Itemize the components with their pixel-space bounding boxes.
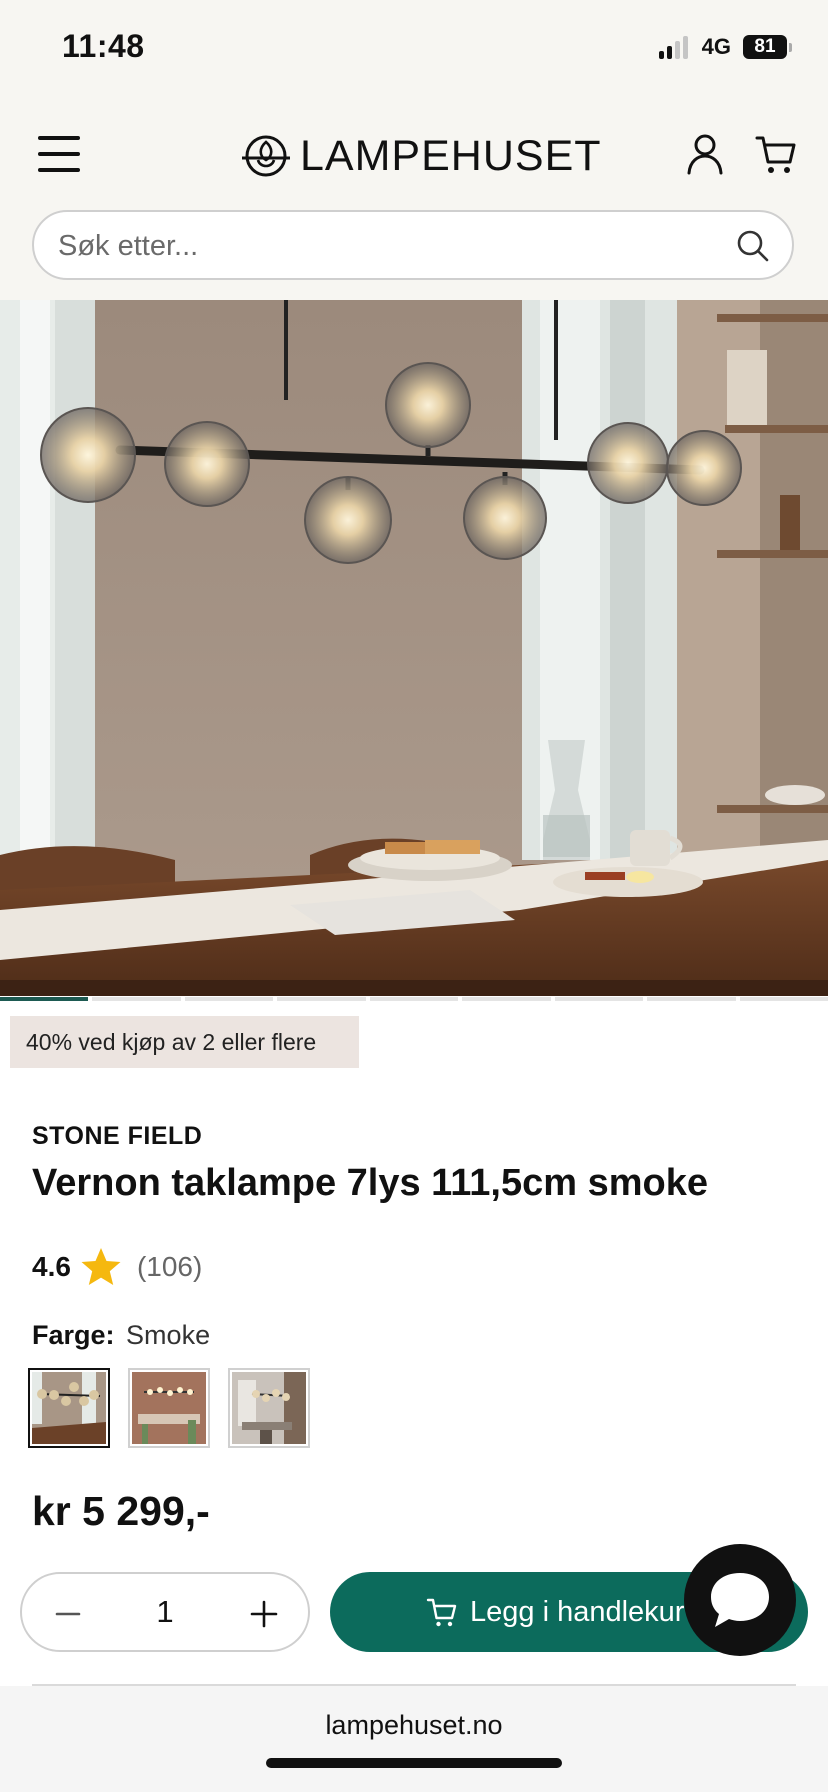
- gallery-dot[interactable]: [647, 997, 736, 1001]
- gallery-dot[interactable]: [554, 997, 644, 1001]
- account-button[interactable]: [684, 132, 726, 176]
- gallery-dot[interactable]: [92, 997, 181, 1001]
- cart-button[interactable]: [754, 132, 798, 176]
- search-icon[interactable]: [736, 229, 770, 263]
- swatch-variant-3[interactable]: [228, 1368, 310, 1448]
- home-indicator[interactable]: [266, 1758, 562, 1768]
- site-header: LAMPEHUSET: [0, 100, 828, 300]
- gallery-dot[interactable]: [184, 997, 274, 1001]
- promo-badge: 40% ved kjøp av 2 eller flere: [10, 1016, 359, 1068]
- product-title: Vernon taklampe 7lys 111,5cm smoke: [32, 1162, 708, 1204]
- status-time: 11:48: [62, 28, 145, 64]
- gallery-dot[interactable]: [739, 997, 828, 1001]
- add-to-cart-label: Legg i handlekurv: [470, 1595, 699, 1628]
- gallery-dot[interactable]: [369, 997, 459, 1001]
- color-selector-label: Farge: Smoke: [32, 1320, 210, 1351]
- product-brand[interactable]: STONE FIELD: [32, 1122, 202, 1151]
- network-type: 4G: [701, 34, 731, 59]
- site-logo[interactable]: LAMPEHUSET: [240, 130, 602, 182]
- review-count[interactable]: (106): [137, 1251, 202, 1283]
- swatch-smoke[interactable]: [28, 1368, 110, 1448]
- swatch-variant-2[interactable]: [128, 1368, 210, 1448]
- gallery-dot[interactable]: [277, 997, 366, 1001]
- battery-icon: 81: [743, 35, 792, 59]
- logo-text: LAMPEHUSET: [300, 131, 602, 180]
- plus-icon[interactable]: [248, 1598, 280, 1630]
- status-indicators: 4G 81: [658, 34, 792, 60]
- color-swatches: [28, 1368, 310, 1448]
- product-rating[interactable]: 4.6 (106): [32, 1246, 202, 1288]
- browser-url[interactable]: lampehuset.no: [0, 1710, 828, 1741]
- logo-icon: [242, 135, 290, 177]
- quantity-stepper: 1: [20, 1572, 310, 1652]
- swatch-thumbnail: [232, 1372, 306, 1444]
- chat-bubble-icon: [711, 1573, 769, 1627]
- cart-icon: [426, 1598, 457, 1627]
- cart-icon: [755, 136, 796, 173]
- gallery-dot[interactable]: [462, 997, 551, 1001]
- swatch-thumbnail: [32, 1372, 106, 1444]
- status-bar: 11:48 4G 81: [0, 0, 828, 100]
- product-price: kr 5 299,-: [32, 1488, 210, 1534]
- browser-address-bar[interactable]: lampehuset.no: [0, 1686, 828, 1792]
- swatch-thumbnail: [132, 1372, 206, 1444]
- product-image[interactable]: [0, 300, 828, 996]
- search-bar[interactable]: [32, 210, 794, 280]
- menu-button[interactable]: [38, 134, 82, 174]
- color-value: Smoke: [126, 1320, 211, 1350]
- product-photo: [0, 300, 828, 996]
- star-icon: [81, 1248, 121, 1285]
- battery-level: 81: [743, 35, 787, 59]
- gallery-dot[interactable]: [0, 997, 89, 1001]
- signal-icon: [658, 35, 688, 59]
- search-input[interactable]: [58, 224, 698, 268]
- gallery-indicator[interactable]: [0, 997, 828, 1002]
- color-label: Farge:: [32, 1320, 115, 1350]
- rating-value: 4.6: [32, 1251, 71, 1282]
- user-icon: [687, 134, 723, 175]
- chat-button[interactable]: [684, 1544, 796, 1656]
